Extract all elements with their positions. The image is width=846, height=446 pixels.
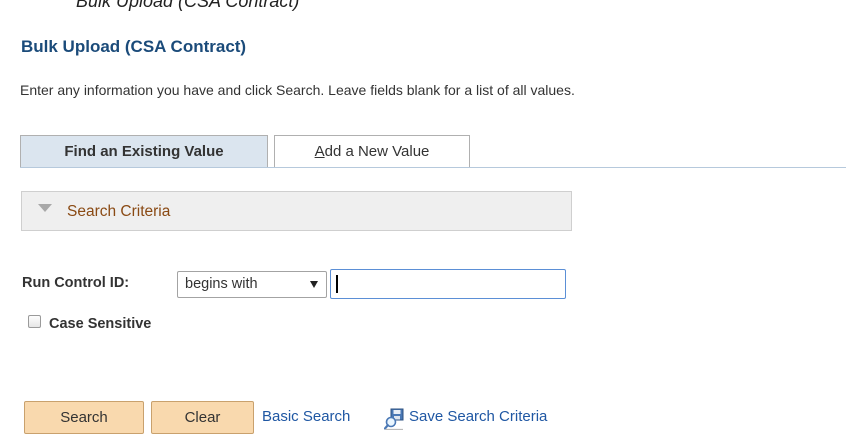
run-control-id-input[interactable] bbox=[330, 269, 566, 299]
page-title: Bulk Upload (CSA Contract) bbox=[21, 37, 247, 56]
tab-find-label: Find an Existing Value bbox=[64, 143, 224, 160]
text-caret bbox=[336, 275, 338, 293]
tab-add-label: dd a New Value bbox=[324, 143, 430, 160]
tab-add-new-value[interactable]: Add a New Value bbox=[274, 135, 470, 167]
clear-button[interactable]: Clear bbox=[151, 401, 254, 434]
case-sensitive-checkbox[interactable] bbox=[28, 315, 41, 328]
run-control-id-label: Run Control ID: bbox=[22, 275, 130, 291]
basic-search-link[interactable]: Basic Search bbox=[262, 408, 350, 425]
operator-select[interactable]: begins with bbox=[177, 271, 327, 298]
operator-selected-value: begins with bbox=[185, 276, 258, 292]
search-criteria-toggle[interactable]: Search Criteria bbox=[21, 191, 572, 231]
tab-find-existing-value[interactable]: Find an Existing Value bbox=[20, 135, 268, 167]
instructions-text: Enter any information you have and click… bbox=[20, 82, 575, 98]
save-search-criteria-link[interactable]: Save Search Criteria bbox=[409, 408, 547, 425]
page: Bulk Upload (CSA Contract) Bulk Upload (… bbox=[0, 0, 846, 446]
chevron-down-icon bbox=[310, 281, 318, 288]
cut-off-header-text: Bulk Upload (CSA Contract) bbox=[76, 0, 300, 11]
save-search-icon[interactable] bbox=[384, 408, 404, 430]
search-button[interactable]: Search bbox=[24, 401, 144, 434]
tab-add-accesskey: A bbox=[314, 143, 325, 160]
triangle-down-icon bbox=[38, 204, 52, 212]
case-sensitive-label: Case Sensitive bbox=[49, 316, 152, 332]
tab-strip: Find an Existing Value Add a New Value bbox=[20, 135, 846, 168]
search-criteria-label: Search Criteria bbox=[67, 203, 171, 220]
tab-baseline bbox=[20, 167, 846, 168]
